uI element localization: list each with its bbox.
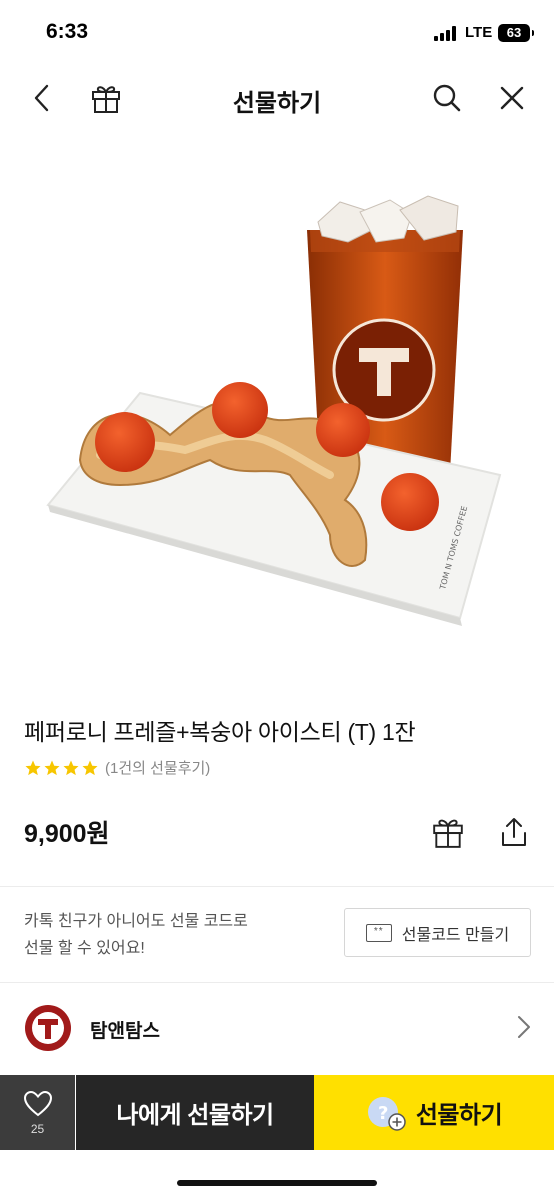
- share-icon: [502, 818, 526, 846]
- gift-wrap-button[interactable]: [426, 810, 470, 854]
- friend-add-icon: ?: [367, 1096, 406, 1131]
- rating[interactable]: (1건의 선물후기): [24, 757, 210, 778]
- star-icon: [25, 760, 41, 775]
- price: 9,900원: [24, 820, 110, 848]
- gift-code-info-line2: 선물 할 수 있어요!: [24, 940, 145, 957]
- gift-button[interactable]: ? 선물하기: [314, 1075, 554, 1150]
- search-button[interactable]: [425, 76, 469, 120]
- svg-text:?: ?: [378, 1103, 388, 1124]
- signal-icon: [434, 25, 460, 41]
- star-icon: [63, 760, 79, 775]
- home-indicator: [177, 1180, 377, 1186]
- brand-logo: [25, 1005, 71, 1051]
- share-button[interactable]: [492, 810, 536, 854]
- close-button[interactable]: [490, 76, 534, 120]
- battery-icon: 63: [498, 24, 534, 42]
- nav-bar: 선물하기: [0, 66, 554, 130]
- gift-button-label: 선물하기: [415, 1102, 503, 1129]
- close-icon: [500, 86, 524, 110]
- review-count: (1건의 선물후기): [105, 760, 211, 777]
- gift-to-self-button[interactable]: 나에게 선물하기: [76, 1075, 314, 1150]
- create-gift-code-button[interactable]: ** 선물코드 만들기: [344, 908, 531, 957]
- chevron-right-icon: [518, 1016, 530, 1038]
- divider: [0, 886, 554, 887]
- star-icon: [82, 760, 98, 775]
- network-label: LTE: [465, 24, 493, 41]
- ticket-icon: **: [365, 923, 392, 942]
- status-bar: 6:33 LTE 63: [0, 0, 554, 66]
- gift-box-icon: [433, 819, 463, 848]
- search-icon: [433, 84, 461, 112]
- status-time: 6:33: [46, 20, 89, 43]
- create-gift-code-label: 선물코드 만들기: [401, 926, 510, 944]
- wish-count: 25: [30, 1121, 45, 1136]
- page-title: 선물하기: [232, 90, 322, 117]
- gift-code-info-line1: 카톡 친구가 아니어도 선물 코드로: [24, 913, 248, 930]
- gift-code-info: 카톡 친구가 아니어도 선물 코드로 선물 할 수 있어요!: [24, 908, 248, 962]
- brand-name: 탐앤탐스: [90, 1021, 160, 1042]
- brand-row[interactable]: 탐앤탐스: [0, 983, 554, 1071]
- product-image: TOM N TOMS COFFEE: [0, 130, 554, 690]
- star-rating: [24, 759, 99, 777]
- star-icon: [44, 760, 60, 775]
- heart-icon: [23, 1090, 52, 1116]
- product-title: 페퍼로니 프레즐+복숭아 아이스티 (T) 1잔: [24, 719, 416, 745]
- wish-button[interactable]: 25: [0, 1075, 75, 1150]
- safe-area: [0, 1150, 554, 1200]
